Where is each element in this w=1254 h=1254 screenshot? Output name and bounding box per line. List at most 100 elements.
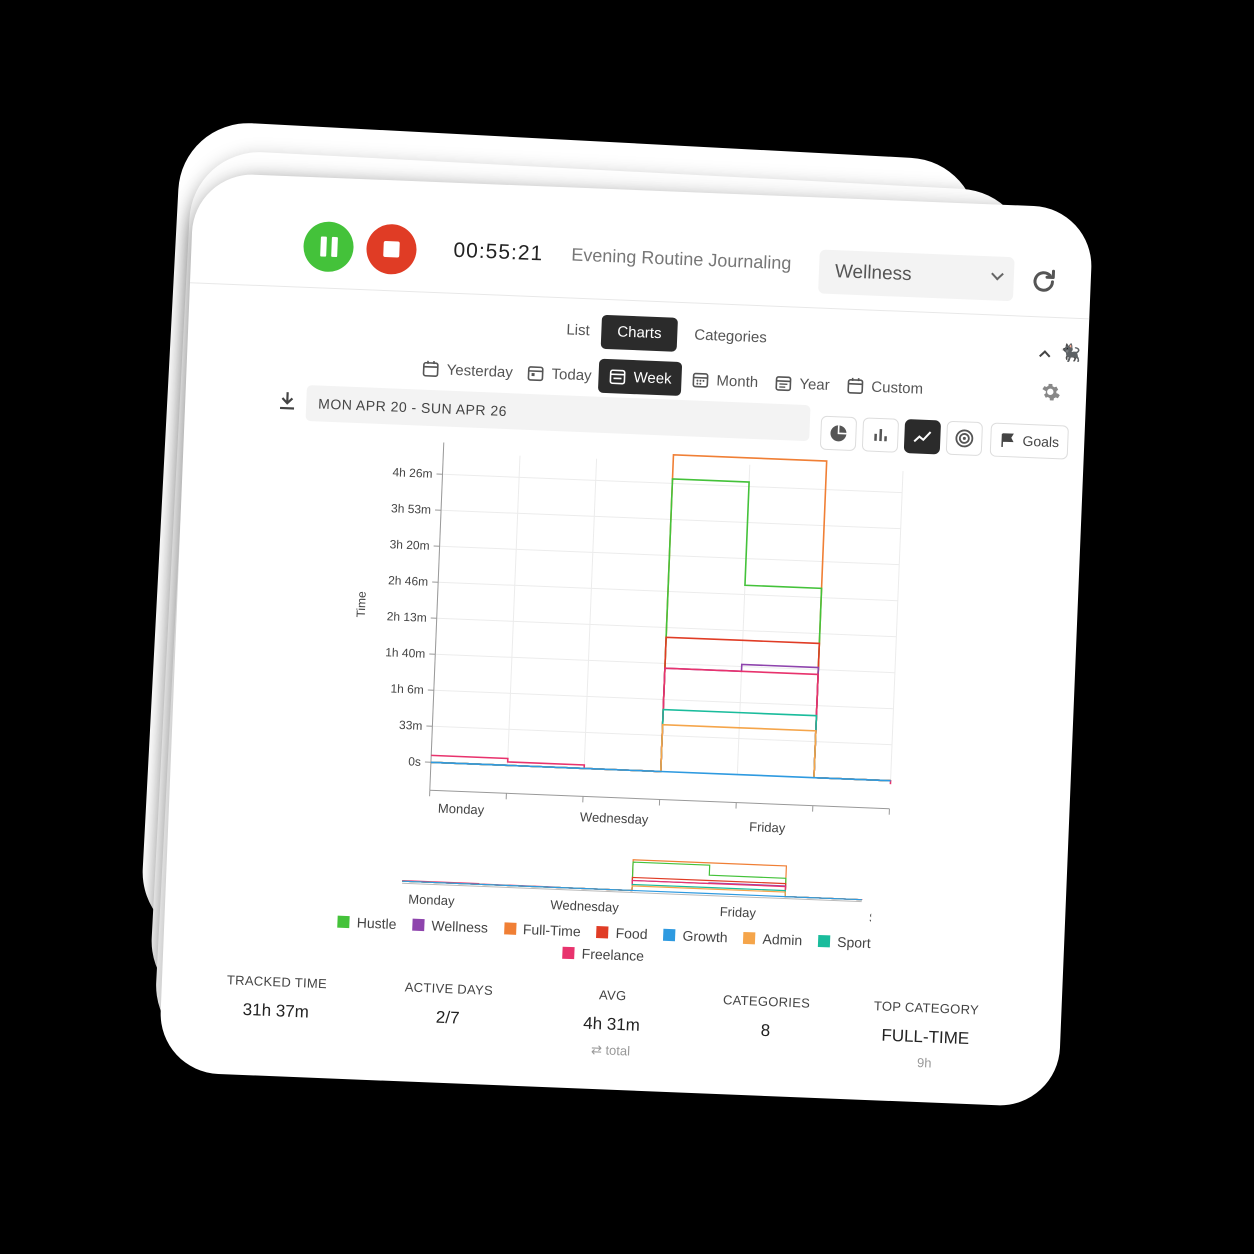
stat-label: CATEGORIES <box>722 992 811 1011</box>
grid-line-vertical <box>507 455 521 766</box>
bar-chart-button[interactable] <box>861 417 900 453</box>
line-chart-icon <box>913 431 932 443</box>
pie-chart-button[interactable] <box>819 415 858 452</box>
y-tick-label: 3h 20m <box>389 537 430 553</box>
x-tick-label: Wednesday <box>580 809 649 827</box>
legend-label: Admin <box>762 930 803 949</box>
legend-item[interactable]: Full-Time <box>503 920 582 940</box>
stat-value: FULL-TIME <box>881 1025 970 1049</box>
brush-tick-label: Sunday <box>869 910 873 927</box>
legend-item[interactable]: Sport <box>817 933 871 952</box>
line-chart: 0s 33m 1h 6m 1h 40m 2h 13m 2h 46m 3h 20m 3h 53m… <box>354 442 914 845</box>
period-custom[interactable]: Custom <box>836 368 934 406</box>
stat-top-category: TOP CATEGORY FULL-TIME 9h <box>849 997 1002 1073</box>
legend-swatch <box>817 934 831 948</box>
y-tick-label: 3h 53m <box>391 501 432 517</box>
calendar-icon <box>527 366 544 382</box>
y-tick-label: 2h 13m <box>386 609 427 625</box>
legend-swatch <box>503 922 517 935</box>
calendar-lines-icon <box>775 376 792 392</box>
legend-item[interactable]: Wellness <box>412 917 488 936</box>
legend-label: Full-Time <box>522 921 582 940</box>
legend-swatch <box>337 915 351 929</box>
x-tick-label: Friday <box>749 819 786 835</box>
stat-sub: total <box>605 1042 631 1059</box>
pause-button[interactable] <box>302 220 355 273</box>
period-yesterday[interactable]: Yesterday <box>411 351 523 389</box>
legend-swatch <box>562 946 575 960</box>
y-tick-label: 2h 46m <box>388 573 429 589</box>
period-custom-label: Custom <box>871 378 924 398</box>
stat-label: TRACKED TIME <box>226 972 328 992</box>
chevron-down-icon <box>991 267 1004 281</box>
y-axis-label: Time <box>354 591 369 618</box>
y-tick-label: 1h 6m <box>390 682 424 697</box>
stat-sub: 9h <box>916 1055 932 1071</box>
category-select-value: Wellness <box>834 261 913 286</box>
stat-tracked-time: TRACKED TIME 31h 37m <box>200 971 352 1024</box>
period-week[interactable]: Week <box>597 358 683 397</box>
calendar-edit-icon <box>847 377 864 394</box>
stat-value: 2/7 <box>435 1007 460 1028</box>
legend-item[interactable]: Growth <box>663 927 728 946</box>
stats-summary: TRACKED TIME 31h 37m ACTIVE DAYS 2/7 AVG… <box>202 971 1021 1070</box>
line-chart-button[interactable] <box>903 419 942 455</box>
stat-value: 4h 31m <box>582 1013 641 1035</box>
brush-tick-label: Friday <box>719 904 756 920</box>
bar-chart-icon <box>874 429 887 442</box>
y-axis <box>429 442 445 791</box>
chevron-up-icon[interactable] <box>1038 346 1053 361</box>
tab-charts[interactable]: Charts <box>600 314 679 352</box>
avg-toggle[interactable]: ⇄ total <box>535 1040 686 1062</box>
legend-label: Wellness <box>431 917 489 936</box>
target-icon <box>955 429 974 448</box>
stop-button[interactable] <box>365 223 418 276</box>
period-month-label: Month <box>716 371 759 391</box>
legend-item[interactable]: Hustle <box>337 914 397 933</box>
target-button[interactable] <box>945 420 984 457</box>
legend-swatch <box>596 926 609 939</box>
brush-tick-label: Wednesday <box>550 897 619 915</box>
calendar-week-icon <box>609 369 626 385</box>
brush-tick-label: Monday <box>408 891 455 908</box>
app-window: 00:55:21 Evening Routine Journaling Well… <box>158 172 1094 1108</box>
legend-label: Sport <box>836 933 871 952</box>
x-tick-label: Monday <box>438 801 485 818</box>
period-today[interactable]: Today <box>516 355 602 392</box>
period-today-label: Today <box>551 365 592 384</box>
swap-icon: ⇄ <box>590 1041 606 1058</box>
period-year[interactable]: Year <box>764 365 841 402</box>
stat-avg: AVG 4h 31m ⇄ total <box>535 985 688 1062</box>
stat-active-days: ACTIVE DAYS 2/7 <box>372 978 524 1031</box>
download-icon[interactable] <box>277 390 298 413</box>
task-title[interactable]: Evening Routine Journaling <box>571 245 792 275</box>
x-tick-label: Sunday <box>898 828 914 845</box>
calendar-grid-icon <box>692 372 709 388</box>
calendar-back-icon <box>422 360 439 377</box>
legend-swatch <box>412 918 425 932</box>
stat-label: AVG <box>598 987 627 1004</box>
period-yesterday-label: Yesterday <box>446 361 514 381</box>
stat-label: ACTIVE DAYS <box>404 979 494 998</box>
legend-item[interactable]: Food <box>596 924 648 942</box>
goals-button[interactable]: Goals <box>989 422 1069 460</box>
legend-swatch <box>663 928 676 942</box>
goals-label: Goals <box>1022 432 1060 451</box>
refresh-icon[interactable] <box>1028 266 1059 297</box>
category-select[interactable]: Wellness <box>818 249 1015 302</box>
legend-label: Growth <box>682 927 728 946</box>
stat-categories: CATEGORIES 8 <box>690 991 842 1044</box>
period-month[interactable]: Month <box>681 362 769 399</box>
legend-item[interactable]: Freelance <box>562 945 644 964</box>
tab-list[interactable]: List <box>550 313 607 349</box>
stop-icon <box>383 240 400 258</box>
legend-item[interactable]: Admin <box>743 930 803 949</box>
legend-label: Hustle <box>356 914 397 933</box>
pie-chart-icon <box>830 425 847 442</box>
period-year-label: Year <box>799 375 831 394</box>
legend-swatch <box>743 931 756 945</box>
period-week-label: Week <box>633 368 672 388</box>
legend-label: Freelance <box>581 945 645 964</box>
tab-categories[interactable]: Categories <box>678 318 784 356</box>
grid-line-vertical <box>583 458 598 769</box>
